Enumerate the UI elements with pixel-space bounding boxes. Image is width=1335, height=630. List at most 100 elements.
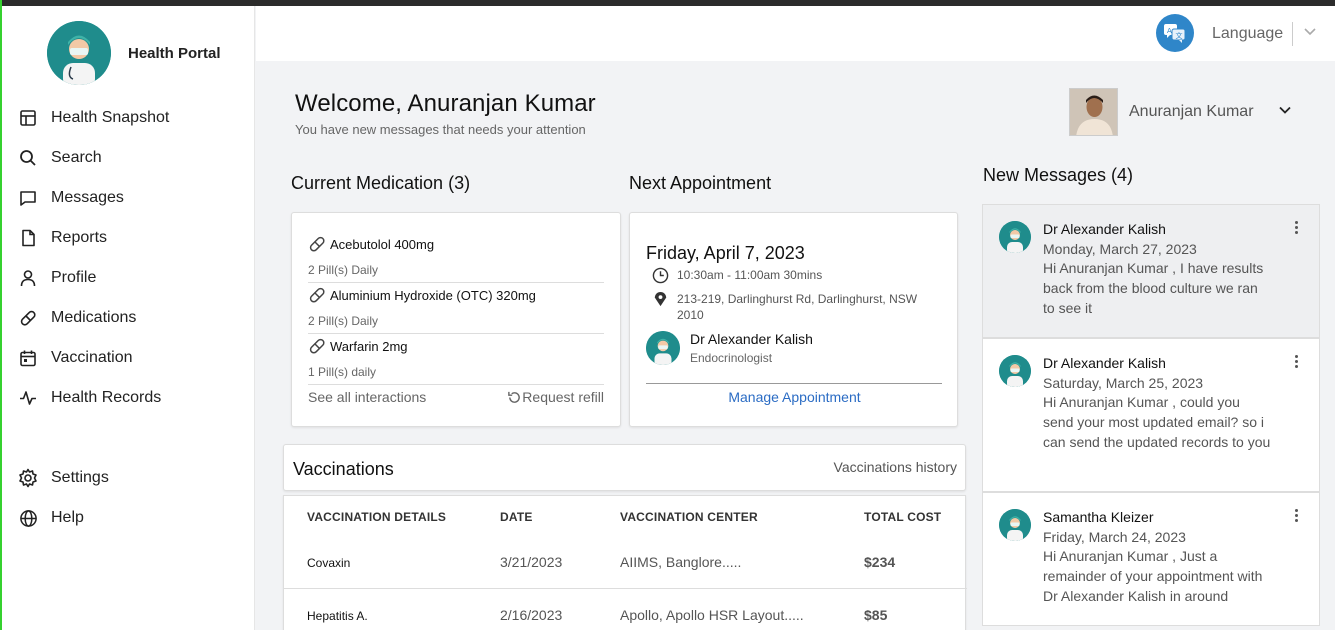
vaccine-center: Apollo, Apollo HSR Layout.....: [620, 607, 804, 623]
sidebar-item-settings[interactable]: Settings: [18, 458, 109, 498]
column-header: VACCINATION CENTER: [620, 510, 758, 524]
divider: [646, 383, 942, 384]
calendar-icon: [18, 348, 38, 368]
gear-icon: [18, 468, 38, 488]
appointment-time: 10:30am - 11:00am 30mins: [677, 268, 823, 282]
sidebar-item-reports[interactable]: Reports: [18, 218, 169, 258]
list-item[interactable]: Aluminium Hydroxide (OTC) 320mg 2 Pill(s…: [308, 286, 604, 334]
column-header: DATE: [500, 510, 533, 524]
list-item[interactable]: Warfarin 2mg 1 Pill(s) daily: [308, 337, 604, 385]
chevron-down-icon[interactable]: [1303, 24, 1317, 43]
sidebar-item-medications[interactable]: Medications: [18, 298, 169, 338]
divider: [1292, 22, 1293, 46]
translate-icon[interactable]: A 文: [1156, 14, 1194, 52]
vaccinations-header: Vaccinations Vaccinations history: [283, 444, 966, 491]
sidebar-item-label: Search: [51, 149, 102, 166]
more-options-icon[interactable]: [1295, 509, 1299, 524]
message-date: Monday, March 27, 2023: [1043, 241, 1197, 257]
medication-footer: See all interactions Request refill: [308, 389, 604, 405]
sidebar-item-health-snapshot[interactable]: Health Snapshot: [18, 98, 169, 138]
sidebar-item-vaccination[interactable]: Vaccination: [18, 338, 169, 378]
message-card[interactable]: Dr Alexander Kalish Saturday, March 25, …: [982, 338, 1320, 492]
medication-name: Aluminium Hydroxide (OTC) 320mg: [330, 287, 536, 303]
vaccine-name: Covaxin: [307, 556, 351, 570]
appointment-address: 213-219, Darlinghurst Rd, Darlinghurst, …: [677, 292, 918, 322]
page-title: Welcome, Anuranjan Kumar: [295, 90, 596, 117]
doctor-name: Dr Alexander Kalish: [690, 331, 813, 347]
message-date: Saturday, March 25, 2023: [1043, 375, 1204, 391]
sidebar-item-profile[interactable]: Profile: [18, 258, 169, 298]
doctor-logo-icon: [47, 21, 111, 85]
appointment-date: Friday, April 7, 2023: [646, 243, 805, 263]
medication-dose: 1 Pill(s) daily: [308, 365, 604, 385]
message-icon: [18, 188, 38, 208]
sidebar-item-label: Reports: [51, 229, 108, 246]
more-options-icon[interactable]: [1295, 221, 1299, 236]
request-refill-button[interactable]: Request refill: [507, 389, 604, 405]
top-header: A 文 Language: [256, 6, 1335, 61]
sidebar-item-search[interactable]: Search: [18, 138, 169, 178]
sidebar-item-label: Profile: [51, 269, 97, 286]
pill-icon: [309, 287, 325, 303]
avatar: [1069, 88, 1118, 136]
messages-title: New Messages (4): [983, 165, 1134, 185]
message-sender: Dr Alexander Kalish: [1043, 221, 1166, 237]
appointment-card: Friday, April 7, 2023 10:30am - 11:00am …: [629, 212, 958, 427]
doctor-avatar: [999, 221, 1031, 253]
list-item[interactable]: Acebutolol 400mg 2 Pill(s) Daily: [308, 235, 604, 283]
vaccine-date: 3/21/2023: [500, 554, 563, 570]
sidebar-item-label: Health Records: [51, 389, 162, 406]
brand-title: Health Portal: [128, 44, 221, 62]
sidebar-item-label: Health Snapshot: [51, 109, 170, 126]
vaccine-name: Hepatitis A.: [307, 609, 368, 623]
medication-card: Acebutolol 400mg 2 Pill(s) Daily Alumini…: [291, 212, 621, 427]
document-icon: [18, 228, 38, 248]
see-all-interactions-link[interactable]: See all interactions: [308, 389, 426, 405]
brand: Health Portal: [47, 21, 221, 85]
sidebar-bottom-nav: Settings Help: [18, 458, 109, 538]
message-sender: Dr Alexander Kalish: [1043, 355, 1166, 371]
sidebar-item-label: Vaccination: [51, 349, 133, 366]
sidebar-nav: Health Snapshot Search Messages Reports …: [18, 98, 169, 418]
request-refill-label: Request refill: [522, 389, 604, 405]
message-text: Hi Anuranjan Kumar , could you send your…: [1043, 394, 1271, 450]
medication-dose: 2 Pill(s) Daily: [308, 314, 604, 334]
language-label[interactable]: Language: [1212, 25, 1283, 43]
sidebar-item-help[interactable]: Help: [18, 498, 109, 538]
message-date: Friday, March 24, 2023: [1043, 529, 1186, 545]
svg-text:A: A: [1167, 27, 1172, 35]
sidebar-item-label: Messages: [51, 189, 124, 206]
welcome-block: Welcome, Anuranjan Kumar You have new me…: [295, 90, 596, 137]
sidebar-item-health-records[interactable]: Health Records: [18, 378, 169, 418]
appointment-title: Next Appointment: [629, 173, 772, 193]
pulse-icon: [18, 388, 38, 408]
vaccinations-title: Vaccinations: [293, 459, 394, 479]
clock-icon: [652, 267, 669, 284]
sidebar-item-label: Medications: [51, 309, 137, 326]
more-options-icon[interactable]: [1295, 355, 1299, 370]
user-menu[interactable]: Anuranjan Kumar: [1069, 88, 1292, 136]
chevron-down-icon[interactable]: [1278, 103, 1292, 122]
appointment-address-row: 213-219, Darlinghurst Rd, Darlinghurst, …: [652, 291, 927, 323]
message-card[interactable]: Dr Alexander Kalish Monday, March 27, 20…: [982, 204, 1320, 338]
message-card[interactable]: Samantha Kleizer Friday, March 24, 2023 …: [982, 492, 1320, 626]
user-icon: [18, 268, 38, 288]
search-icon: [18, 148, 38, 168]
vaccine-center: AIIMS, Banglore.....: [620, 554, 742, 570]
sidebar-item-messages[interactable]: Messages: [18, 178, 169, 218]
medication-name: Acebutolol 400mg: [330, 236, 435, 252]
sidebar-item-label: Help: [51, 509, 84, 526]
vaccinations-history-link[interactable]: Vaccinations history: [834, 459, 957, 475]
globe-icon: [18, 508, 38, 528]
manage-appointment-link[interactable]: Manage Appointment: [630, 389, 959, 405]
column-header: TOTAL COST: [864, 510, 942, 524]
location-icon: [654, 291, 667, 307]
sidebar: Health Portal Health Snapshot Search Mes…: [2, 6, 255, 630]
medication-dose: 2 Pill(s) Daily: [308, 263, 604, 283]
doctor-avatar: [646, 331, 680, 365]
vaccine-cost: $85: [864, 607, 888, 623]
medication-name: Warfarin 2mg: [330, 338, 408, 354]
refresh-icon: [508, 391, 521, 403]
pill-icon: [309, 236, 325, 252]
doctor-specialty: Endocrinologist: [690, 351, 773, 365]
